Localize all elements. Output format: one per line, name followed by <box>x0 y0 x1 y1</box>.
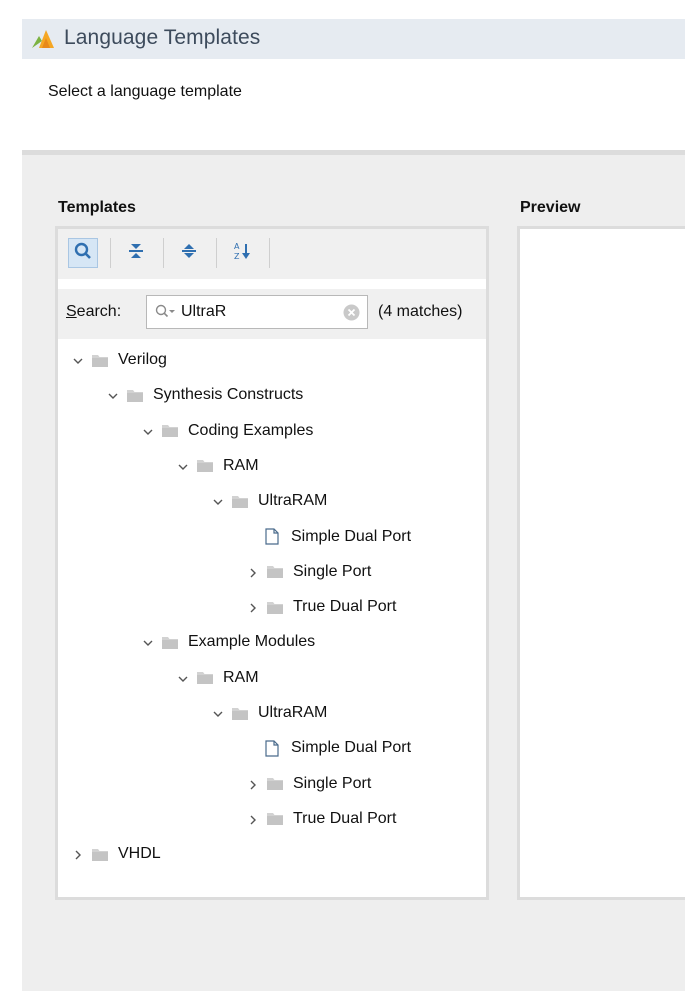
tree-folder-item[interactable]: Example Modules <box>142 629 315 655</box>
tree-item-label: Verilog <box>118 351 167 368</box>
sort-button[interactable]: AZ <box>227 238 257 268</box>
tree-item-label: True Dual Port <box>293 598 397 616</box>
clear-search-icon[interactable] <box>343 304 360 326</box>
toolbar-separator <box>216 238 217 268</box>
folder-icon <box>267 601 283 614</box>
chevron-right-icon[interactable] <box>247 601 259 613</box>
tree-item-label: RAM <box>223 456 259 474</box>
preview-panel <box>517 226 685 900</box>
templates-toolbar: AZ <box>58 229 486 279</box>
folder-icon <box>162 424 178 438</box>
vivado-logo-icon <box>30 28 56 50</box>
chevron-down-icon[interactable] <box>72 354 84 366</box>
chevron-right-icon[interactable] <box>72 848 84 860</box>
tree-item-label: Synthesis Constructs <box>153 386 304 404</box>
tree-folder-item[interactable]: RAM <box>177 453 259 479</box>
chevron-down-icon[interactable] <box>212 707 224 719</box>
tree-folder-item[interactable]: True Dual Port <box>247 806 396 832</box>
toolbar-separator <box>269 238 270 268</box>
chevron-down-icon[interactable] <box>142 425 154 437</box>
file-icon <box>265 740 279 757</box>
expand-all-button[interactable] <box>174 238 204 268</box>
chevron-down-icon[interactable] <box>177 672 189 684</box>
sort-icon: AZ <box>233 241 251 266</box>
folder-icon <box>127 389 143 402</box>
folder-icon <box>92 354 108 367</box>
folder-icon <box>267 777 283 791</box>
tree-folder-item[interactable]: UltraRAM <box>212 700 327 726</box>
search-dropdown-icon[interactable] <box>155 304 177 325</box>
folder-icon <box>232 495 248 508</box>
tree-item-label: UltraRAM <box>258 492 328 510</box>
templates-label: Templates <box>58 199 136 216</box>
tree-item-label: Example Modules <box>188 633 316 651</box>
folder-icon <box>162 636 178 649</box>
collapse-all-icon <box>128 242 144 265</box>
folder-icon <box>267 565 283 579</box>
tree-folder-item[interactable]: UltraRAM <box>212 488 327 514</box>
tree-item-label: Single Port <box>293 562 372 580</box>
search-icon <box>74 242 92 265</box>
svg-text:Z: Z <box>234 252 240 261</box>
search-input[interactable]: UltraR <box>146 295 368 329</box>
tree-folder-item[interactable]: Single Port <box>247 771 371 797</box>
header-area: Select a language template <box>22 59 685 155</box>
header-divider <box>22 150 685 155</box>
folder-icon <box>267 812 283 826</box>
tree-file-item[interactable]: Simple Dual Port <box>265 735 411 761</box>
tree-folder-item[interactable]: Single Port <box>247 559 371 585</box>
folder-icon <box>197 459 213 473</box>
tree-folder-item[interactable]: Verilog <box>72 347 167 373</box>
tree-folder-item[interactable]: Synthesis Constructs <box>107 382 303 408</box>
tree-item-label: True Dual Port <box>293 809 397 827</box>
file-icon <box>265 528 279 545</box>
tree-folder-item[interactable]: True Dual Port <box>247 594 396 620</box>
toolbar-separator <box>163 238 164 268</box>
chevron-down-icon[interactable] <box>107 389 119 401</box>
folder-icon <box>92 848 108 861</box>
chevron-down-icon[interactable] <box>177 460 189 472</box>
tree-item-label: RAM <box>223 668 259 686</box>
search-toggle-button[interactable] <box>68 238 98 268</box>
toolbar-separator <box>110 238 111 268</box>
title-bar: Language Templates <box>22 19 685 59</box>
tree-file-item[interactable]: Simple Dual Port <box>265 524 411 550</box>
tree-item-label: Coding Examples <box>188 421 314 439</box>
chevron-right-icon[interactable] <box>247 778 259 790</box>
tree-item-label: VHDL <box>118 845 161 863</box>
search-row: Search: UltraR (4 matches) <box>58 289 486 339</box>
expand-all-icon <box>181 242 197 265</box>
search-value: UltraR <box>181 303 227 320</box>
templates-panel: AZ Search: UltraR (4 matches) Verilog Syn… <box>55 226 489 900</box>
svg-text:A: A <box>234 242 240 251</box>
search-label: Search: <box>66 303 122 320</box>
chevron-right-icon[interactable] <box>247 566 259 578</box>
tree-folder-item[interactable]: RAM <box>177 665 259 691</box>
chevron-down-icon[interactable] <box>142 636 154 648</box>
tree-folder-item[interactable]: Coding Examples <box>142 418 313 444</box>
folder-icon <box>232 707 248 720</box>
preview-label: Preview <box>520 199 581 216</box>
chevron-right-icon[interactable] <box>247 813 259 825</box>
chevron-down-icon[interactable] <box>212 495 224 507</box>
collapse-all-button[interactable] <box>121 238 151 268</box>
window-title: Language Templates <box>64 26 261 49</box>
tree-item-label: Simple Dual Port <box>291 739 412 757</box>
dialog-subtitle: Select a language template <box>48 83 242 100</box>
folder-icon <box>197 671 213 685</box>
tree-item-label: Single Port <box>293 774 372 792</box>
tree-folder-item[interactable]: VHDL <box>72 841 161 867</box>
match-count: (4 matches) <box>378 303 463 320</box>
tree-item-label: Simple Dual Port <box>291 527 412 545</box>
tree-item-label: UltraRAM <box>258 704 328 721</box>
